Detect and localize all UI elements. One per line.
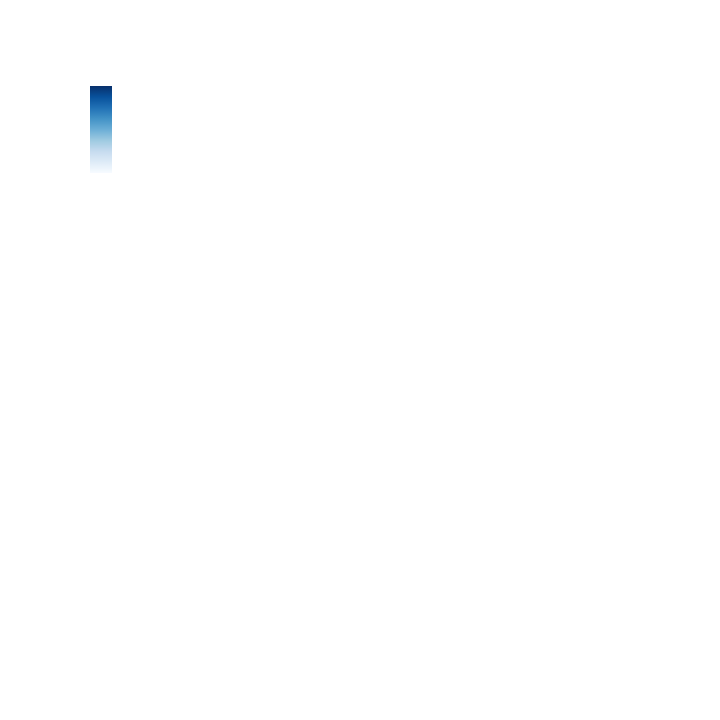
colorbar (90, 86, 112, 173)
clustermap (90, 86, 112, 173)
colorbar-gradient (90, 86, 112, 173)
